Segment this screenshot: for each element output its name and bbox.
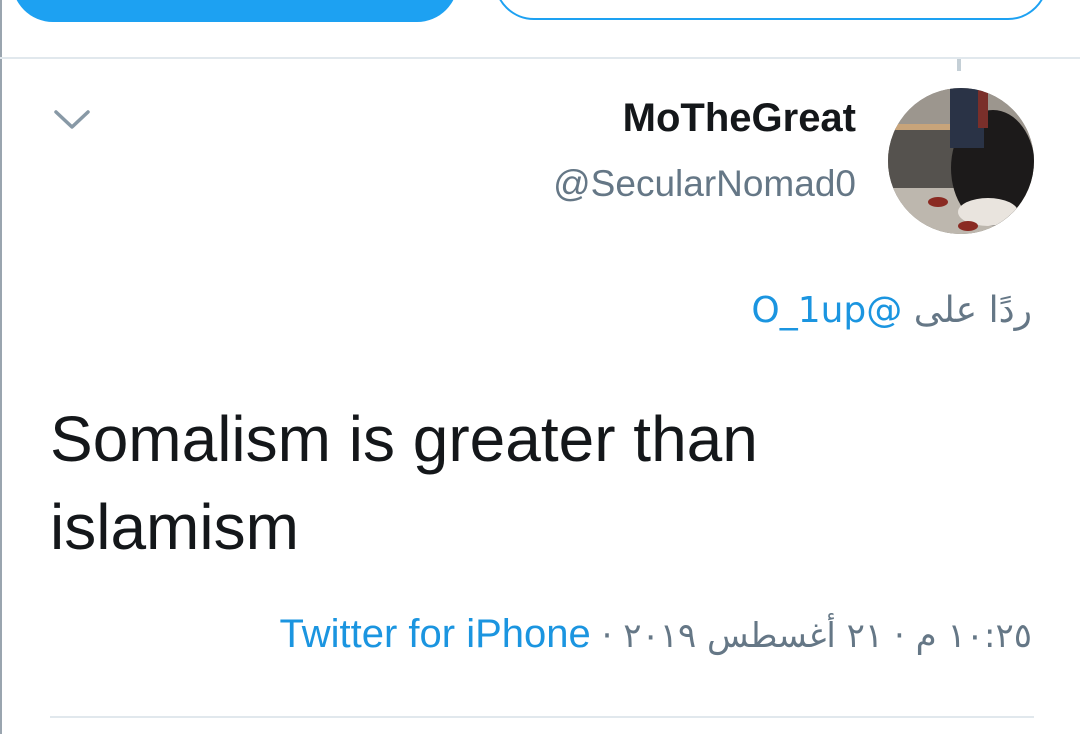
tweet-text-line: islamism (50, 491, 299, 563)
reply-prefix: ردًا على (913, 290, 1032, 331)
tweet-text-line: Somalism is greater than (50, 403, 758, 475)
reply-context: ردًا على @O_1up (751, 290, 1032, 331)
meta-separator: · (601, 616, 613, 656)
secondary-action-button[interactable] (494, 0, 1048, 20)
tweet-source-link[interactable]: Twitter for iPhone (280, 612, 591, 656)
primary-action-button[interactable] (12, 0, 458, 22)
chevron-down-icon[interactable] (52, 106, 92, 134)
tweet-text: Somalism is greater than islamism (50, 395, 870, 571)
avatar[interactable] (888, 88, 1034, 234)
window-edge (0, 0, 2, 734)
reply-mention-link[interactable]: @O_1up (751, 290, 902, 331)
author-display-name[interactable]: MoTheGreat (623, 96, 856, 141)
header-divider (0, 57, 1080, 59)
footer-divider (50, 716, 1034, 718)
thread-connector-line (957, 59, 961, 71)
author-handle[interactable]: @SecularNomad0 (553, 163, 856, 205)
tweet-timestamp[interactable]: ١٠:٢٥ م · ٢١ أغسطس ٢٠١٩ (623, 616, 1032, 656)
tweet-meta: ١٠:٢٥ م · ٢١ أغسطس ٢٠١٩ · Twitter for iP… (280, 612, 1032, 657)
